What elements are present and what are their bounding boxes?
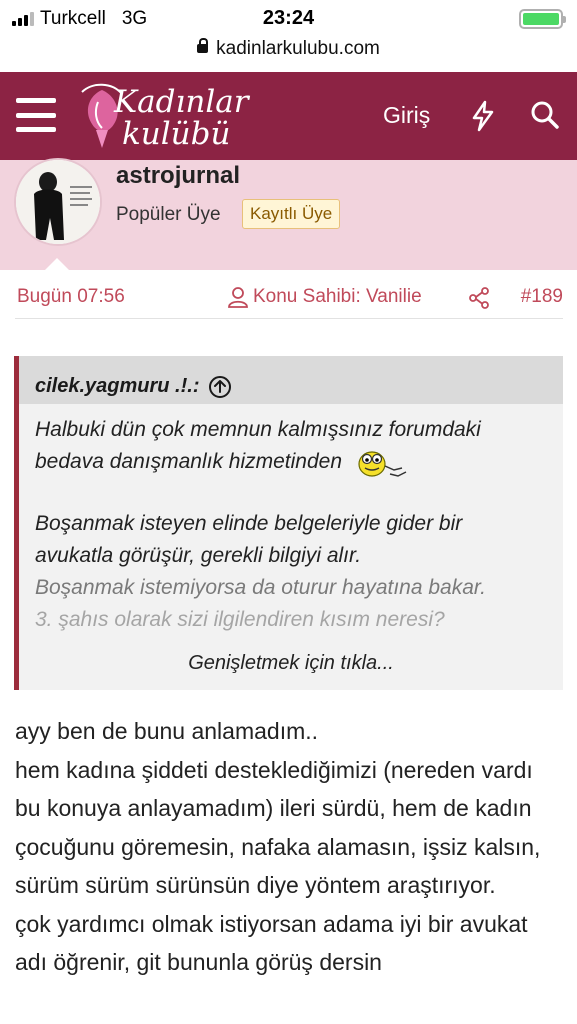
- share-icon[interactable]: [468, 287, 490, 309]
- quote-line-3: Boşanmak istemiyorsa da oturur hayatına …: [35, 576, 486, 600]
- quote-paragraph: Halbuki dün çok memnun kalmışsınız forum…: [35, 414, 545, 478]
- search-icon[interactable]: [530, 100, 560, 130]
- divider: [15, 318, 563, 319]
- logo-line-1: Kadınlar: [114, 84, 249, 120]
- post-body: ayy ben de bunu anlamadım.. hem kadına ş…: [15, 712, 563, 982]
- thread-owner: Konu Sahibi: Vanilie: [227, 286, 422, 308]
- site-logo[interactable]: Kadınlar kulübü: [78, 82, 258, 154]
- lock-icon: [197, 38, 209, 54]
- post-paragraph-1: ayy ben de bunu anlamadım..: [15, 718, 319, 744]
- clock: 23:24: [262, 7, 315, 29]
- quote-line-2: Boşanmak isteyen elinde belgeleriyle gid…: [35, 512, 463, 568]
- quote-line-4: 3. şahıs olarak sizi ilgilendiren kısım …: [35, 608, 445, 632]
- site-header: Kadınlar kulübü Giriş: [0, 72, 577, 160]
- logo-line-2: kulübü: [122, 116, 231, 152]
- menu-icon[interactable]: [16, 98, 56, 132]
- arrow-up-circle-icon[interactable]: [208, 375, 232, 399]
- author-pointer: [44, 258, 70, 271]
- login-link[interactable]: Giriş: [383, 102, 430, 129]
- post-paragraph-2: hem kadına şiddeti desteklediğimizi (ner…: [15, 756, 541, 899]
- quote-line-1: Halbuki dün çok memnun kalmışsınız forum…: [35, 418, 481, 473]
- battery-icon: [519, 9, 566, 29]
- post-author-block: astrojurnal Popüler Üye Kayıtlı Üye: [0, 158, 577, 270]
- expand-quote-button[interactable]: Genişletmek için tıkla...: [19, 640, 563, 690]
- status-bar: Turkcell 3G 23:24: [0, 0, 577, 38]
- user-title: Popüler Üye: [116, 204, 221, 225]
- quote-header[interactable]: cilek.yagmuru .!.:: [19, 356, 563, 404]
- username[interactable]: astrojurnal: [116, 162, 240, 190]
- post-paragraph-3: çok yardımcı olmak istiyorsan adama iyi …: [15, 910, 528, 976]
- thread-owner-label: Konu Sahibi: Vanilie: [253, 286, 422, 307]
- post-date[interactable]: Bugün 07:56: [17, 286, 125, 308]
- logo-text: Kadınlar kulübü: [114, 86, 249, 150]
- user-icon: [228, 287, 248, 308]
- quote-body: Halbuki dün çok memnun kalmışsınız forum…: [19, 404, 563, 636]
- quote-author[interactable]: cilek.yagmuru .!.:: [35, 375, 200, 398]
- post-number[interactable]: #189: [521, 286, 563, 308]
- smiley-icon: [358, 451, 407, 478]
- avatar-image: [16, 160, 100, 244]
- avatar[interactable]: [14, 158, 102, 246]
- address-bar[interactable]: kadinlarkulubu.com: [0, 36, 577, 70]
- url-text: kadinlarkulubu.com: [216, 38, 380, 59]
- bolt-icon[interactable]: [470, 100, 496, 132]
- user-badge: Kayıtlı Üye: [242, 199, 341, 229]
- quote-block: cilek.yagmuru .!.: Halbuki dün çok memnu…: [14, 356, 563, 690]
